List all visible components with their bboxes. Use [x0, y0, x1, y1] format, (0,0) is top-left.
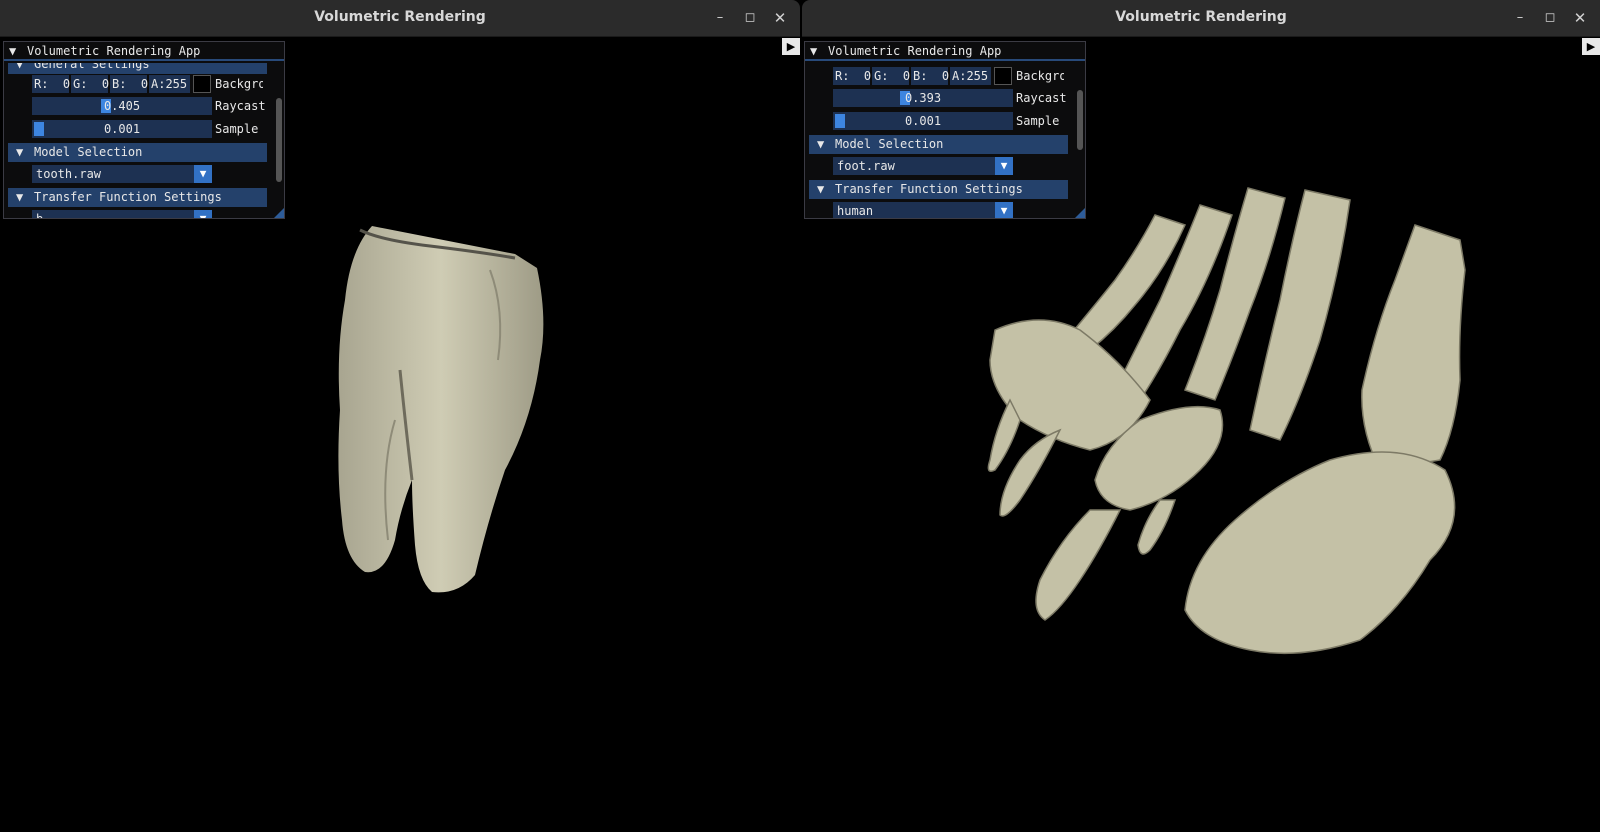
triangle-down-icon[interactable]: ▼ [810, 42, 828, 61]
model-selection-header[interactable]: ▼ Model Selection [809, 135, 1068, 154]
blue-input[interactable]: B: 0 [911, 67, 949, 85]
maximize-icon[interactable]: ◻ [740, 8, 760, 28]
settings-panel: ▼ Volumetric Rendering App R: 0 G: 0 B: 0… [804, 41, 1086, 219]
chevron-down-icon[interactable]: ▼ [995, 157, 1013, 175]
section-title: Transfer Function Settings [34, 190, 222, 204]
left-window: Volumetric Rendering – ◻ ✕ ▼ Volumetric … [0, 0, 800, 832]
model-value: tooth.raw [36, 167, 102, 181]
resize-grip[interactable] [1075, 208, 1085, 218]
chevron-down-icon[interactable]: ▼ [995, 202, 1013, 218]
red-input[interactable]: R: 0 [833, 67, 871, 85]
section-title: General Settings [34, 63, 150, 71]
model-dropdown[interactable]: tooth.raw ▼ [32, 165, 212, 183]
alpha-input[interactable]: A:255 [950, 67, 991, 85]
settings-panel: ▼ Volumetric Rendering App ▼ General Setti… [3, 41, 285, 219]
general-settings-header[interactable]: ▼ General Settings [8, 63, 267, 74]
triangle-right-icon[interactable]: ▶ [1582, 38, 1600, 55]
tooth-shape [338, 226, 544, 593]
panel-title: Volumetric Rendering App [27, 44, 201, 58]
slider-value: 0.001 [904, 114, 942, 128]
model-selection-header[interactable]: ▼ Model Selection [8, 143, 267, 162]
alpha-input[interactable]: A:255 [149, 75, 190, 93]
blue-input[interactable]: B: 0 [110, 75, 148, 93]
raycast-slider[interactable]: 0.405 [32, 97, 212, 115]
raycast-label: Raycast [1016, 91, 1067, 105]
sample-slider[interactable]: 0.001 [833, 112, 1013, 130]
triangle-down-icon: ▼ [16, 145, 24, 159]
titlebar[interactable]: Volumetric Rendering – ◻ ✕ [802, 0, 1600, 37]
chevron-down-icon[interactable]: ▼ [194, 210, 212, 218]
panel-body: R: 0 G: 0 B: 0 A:255 Backgrou 0.393 Rayc… [805, 63, 1085, 218]
panel-scrollbar[interactable] [1077, 90, 1083, 150]
triangle-down-icon: ▼ [16, 63, 24, 71]
panel-body: ▼ General Settings R: 0 G: 0 B: 0 A:255 B… [4, 63, 284, 218]
sample-label: Sample [215, 122, 259, 136]
maximize-icon[interactable]: ◻ [1540, 8, 1560, 28]
red-input[interactable]: R: 0 [32, 75, 70, 93]
triangle-down-icon: ▼ [16, 190, 24, 204]
transfer-function-header[interactable]: ▼ Transfer Function Settings [8, 188, 267, 207]
color-swatch[interactable] [193, 75, 211, 93]
transfer-value: human [837, 204, 874, 218]
transfer-dropdown[interactable]: b ▼ [32, 210, 212, 218]
minimize-icon[interactable]: – [1510, 8, 1530, 28]
slider-value: 0.001 [103, 122, 141, 136]
triangle-down-icon[interactable]: ▼ [9, 42, 27, 61]
triangle-right-icon[interactable]: ▶ [782, 38, 800, 55]
transfer-dropdown[interactable]: human ▼ [833, 202, 1013, 218]
panel-title: Volumetric Rendering App [828, 44, 1002, 58]
right-window: Volumetric Rendering – ◻ ✕ ▼ Volumetric … [802, 0, 1600, 832]
titlebar[interactable]: Volumetric Rendering – ◻ ✕ [0, 0, 800, 37]
panel-title-bar[interactable]: ▼ Volumetric Rendering App [805, 42, 1085, 61]
green-input[interactable]: G: 0 [872, 67, 910, 85]
model-dropdown[interactable]: foot.raw ▼ [833, 157, 1013, 175]
close-icon[interactable]: ✕ [770, 8, 790, 28]
triangle-down-icon: ▼ [817, 137, 825, 151]
slider-value: 0.393 [904, 91, 942, 105]
triangle-down-icon: ▼ [817, 182, 825, 196]
green-input[interactable]: G: 0 [71, 75, 109, 93]
minimize-icon[interactable]: – [710, 8, 730, 28]
window-title: Volumetric Rendering [314, 9, 486, 25]
panel-scrollbar[interactable] [276, 98, 282, 182]
window-title: Volumetric Rendering [1115, 9, 1287, 25]
raycast-slider[interactable]: 0.393 [833, 89, 1013, 107]
background-label: Backgrou [215, 77, 263, 91]
section-title: Transfer Function Settings [835, 182, 1023, 196]
sample-label: Sample [1016, 114, 1060, 128]
background-label: Backgrou [1016, 69, 1064, 83]
model-value: foot.raw [837, 159, 895, 173]
raycast-label: Raycast [215, 99, 266, 113]
section-title: Model Selection [34, 145, 143, 159]
slider-value: 0.405 [103, 99, 141, 113]
transfer-value: b [36, 212, 43, 218]
close-icon[interactable]: ✕ [1570, 8, 1590, 28]
panel-title-bar[interactable]: ▼ Volumetric Rendering App [4, 42, 284, 61]
transfer-function-header[interactable]: ▼ Transfer Function Settings [809, 180, 1068, 199]
color-swatch[interactable] [994, 67, 1012, 85]
resize-grip[interactable] [274, 208, 284, 218]
sample-slider[interactable]: 0.001 [32, 120, 212, 138]
chevron-down-icon[interactable]: ▼ [194, 165, 212, 183]
section-title: Model Selection [835, 137, 944, 151]
